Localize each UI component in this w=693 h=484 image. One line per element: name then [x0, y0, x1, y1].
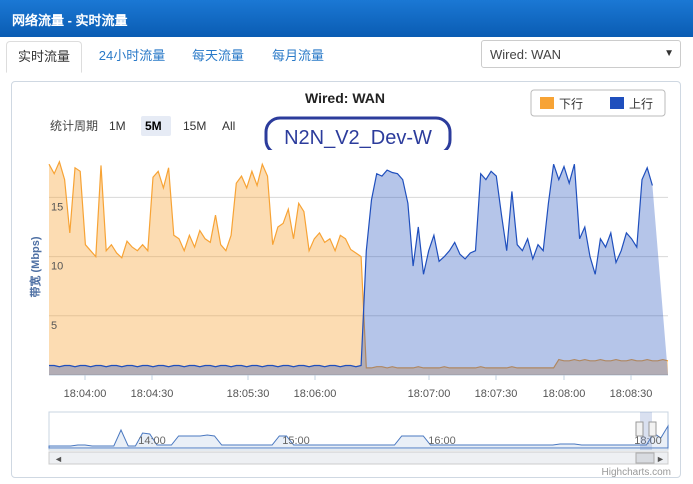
highcharts-credit[interactable]: Highcharts.com	[602, 467, 671, 478]
tab-monthly[interactable]: 每月流量	[262, 41, 334, 73]
navigator-tick-label: 14:00	[138, 435, 166, 447]
svg-text:All: All	[222, 119, 235, 133]
legend-swatch	[540, 97, 554, 109]
window-title: 网络流量 - 实时流量	[0, 0, 693, 37]
svg-text:5M: 5M	[145, 119, 162, 133]
tab-daily[interactable]: 每天流量	[182, 41, 254, 73]
navigator-tick-label: 16:00	[428, 435, 456, 447]
x-tick-label: 18:07:00	[408, 388, 451, 400]
x-tick-label: 18:04:00	[64, 388, 107, 400]
navigator-tick-label: 15:00	[282, 435, 310, 447]
scroll-left-icon[interactable]: ◄	[54, 454, 63, 464]
navigator-handle-right[interactable]	[648, 421, 657, 437]
interface-select[interactable]: Wired: WAN ▼	[481, 40, 681, 68]
legend-label: 下行	[559, 97, 583, 111]
y-tick-label: 10	[51, 261, 63, 273]
x-tick-label: 18:05:30	[227, 388, 270, 400]
navigator-handle-left[interactable]	[635, 421, 644, 437]
tab-realtime[interactable]: 实时流量	[6, 41, 82, 73]
y-tick-label: 15	[51, 201, 63, 213]
period-button-all[interactable]: All	[222, 119, 235, 133]
x-axis-ticks: 18:04:00 18:04:30 18:05:30 18:06:00 18:07:00…	[64, 375, 653, 400]
legend-item-0[interactable]: 下行	[540, 97, 583, 111]
chevron-down-icon[interactable]: ▼	[664, 48, 674, 59]
traffic-chart: Wired: WAN 统计周期 1M 5M 15M All N2N_V2_Dev-W …	[28, 89, 671, 478]
x-tick-label: 18:06:00	[294, 388, 337, 400]
legend-swatch	[610, 97, 624, 109]
period-button-5m[interactable]: 5M	[141, 116, 171, 136]
chart-panel: Wired: WAN 统计周期 1M 5M 15M All N2N_V2_Dev-W …	[11, 81, 681, 478]
legend-label: 上行	[629, 97, 653, 111]
svg-text:15M: 15M	[183, 119, 206, 133]
x-tick-label: 18:08:30	[610, 388, 653, 400]
period-label: 统计周期	[50, 119, 98, 133]
navigator[interactable]: 14:0015:0016:0018:00◄►	[48, 411, 669, 465]
scroll-right-icon[interactable]: ►	[656, 454, 665, 464]
x-tick-label: 18:07:30	[475, 388, 518, 400]
y-tick-label: 5	[51, 320, 57, 332]
scrollbar-track[interactable]	[48, 451, 669, 465]
period-button-1m[interactable]: 1M	[109, 119, 126, 133]
scrollbar-thumb[interactable]	[635, 452, 655, 464]
chart-title: Wired: WAN	[305, 90, 385, 106]
tab-24h[interactable]: 24小时流量	[92, 41, 172, 73]
period-buttons: 1M 5M 15M All	[109, 116, 235, 136]
legend-item-1[interactable]: 上行	[610, 97, 653, 111]
y-axis-label: 带宽 (Mbps)	[28, 236, 42, 297]
annotation-text: N2N_V2_Dev-W	[284, 127, 432, 149]
x-tick-label: 18:08:00	[543, 388, 586, 400]
svg-text:1M: 1M	[109, 119, 126, 133]
interface-select-value: Wired: WAN	[490, 47, 562, 62]
period-button-15m[interactable]: 15M	[183, 119, 206, 133]
x-tick-label: 18:04:30	[131, 388, 174, 400]
